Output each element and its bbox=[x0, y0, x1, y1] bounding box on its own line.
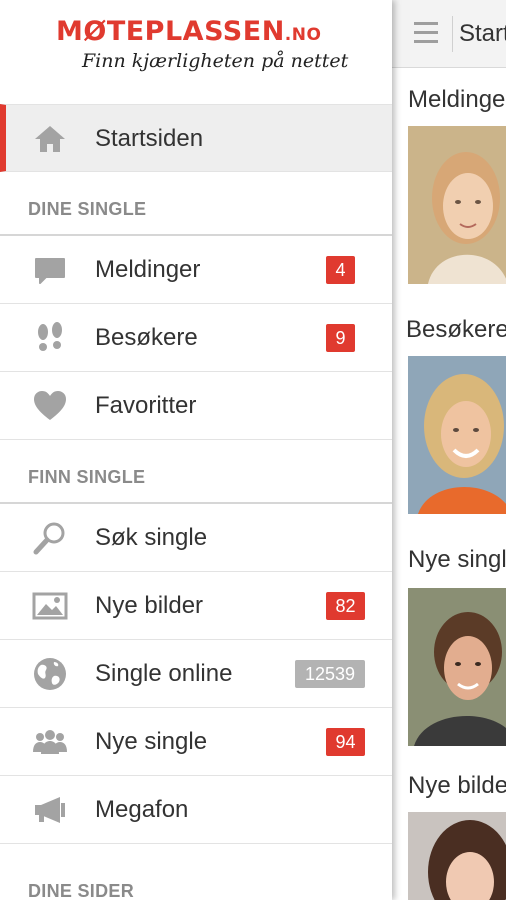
navigation-drawer: MØTEPLASSEN.NO Finn kjærligheten på nett… bbox=[0, 0, 392, 900]
search-icon bbox=[33, 522, 65, 555]
profile-photo[interactable] bbox=[408, 356, 506, 514]
section-title-new-singles[interactable]: Nye single bbox=[408, 546, 506, 574]
menu-item-home[interactable]: Startsiden bbox=[0, 104, 392, 172]
count-badge: 82 bbox=[326, 592, 365, 620]
menu-item-label: Besøkere bbox=[95, 324, 198, 351]
menu-item-nye-single[interactable]: Nye single 94 bbox=[0, 708, 392, 776]
globe-icon bbox=[34, 658, 66, 690]
profile-photo[interactable] bbox=[408, 126, 506, 284]
menu-item-label: Meldinger bbox=[95, 256, 201, 283]
footprints-icon bbox=[38, 322, 62, 351]
menu-icon[interactable] bbox=[414, 22, 438, 44]
menu-item-label: Favoritter bbox=[95, 392, 197, 419]
count-badge: 9 bbox=[326, 324, 355, 352]
logo: MØTEPLASSEN.NO Finn kjærligheten på nett… bbox=[0, 0, 392, 104]
count-badge: 12539 bbox=[295, 660, 365, 688]
section-title-visitors[interactable]: Besøkere bbox=[406, 316, 506, 344]
main-content: Startsiden Meldinger Besøkere Nye single bbox=[392, 0, 506, 900]
profile-photo[interactable] bbox=[408, 588, 506, 746]
menu-item-sok-single[interactable]: Søk single bbox=[0, 504, 392, 572]
page-title: Startsiden bbox=[459, 20, 506, 47]
profile-photo[interactable] bbox=[408, 812, 506, 900]
menu-item-megafon[interactable]: Megafon bbox=[0, 776, 392, 844]
menu-item-label: Single online bbox=[95, 660, 233, 687]
section-title-new-photos[interactable]: Nye bilder bbox=[408, 772, 506, 800]
menu-item-label: Nye bilder bbox=[95, 592, 204, 619]
menu-item-label: Megafon bbox=[95, 796, 189, 823]
menu-item-nye-bilder[interactable]: Nye bilder 82 bbox=[0, 572, 392, 640]
count-badge: 4 bbox=[326, 256, 355, 284]
image-icon bbox=[32, 592, 68, 620]
message-icon bbox=[35, 258, 65, 284]
menu-item-label: Nye single bbox=[95, 728, 208, 755]
count-badge: 94 bbox=[326, 728, 365, 756]
home-icon bbox=[35, 126, 65, 152]
megaphone-icon bbox=[35, 797, 65, 823]
app-bar-separator bbox=[452, 16, 453, 52]
heart-icon bbox=[34, 391, 66, 420]
logo-tagline: Finn kjærligheten på nettet bbox=[82, 50, 349, 72]
logo-wordmark: MØTEPLASSEN.NO bbox=[56, 16, 322, 47]
menu-item-label: Startsiden bbox=[95, 125, 204, 152]
app-bar: Startsiden bbox=[392, 0, 506, 68]
menu-item-besokere[interactable]: Besøkere 9 bbox=[0, 304, 392, 372]
menu-item-meldinger[interactable]: Meldinger 4 bbox=[0, 236, 392, 304]
section-header-dine-single: DINE SINGLE bbox=[0, 172, 392, 236]
menu-item-single-online[interactable]: Single online 12539 bbox=[0, 640, 392, 708]
people-icon bbox=[33, 730, 67, 754]
section-header-dine-sider: DINE SIDER bbox=[28, 881, 135, 900]
section-header-finn-single: FINN SINGLE bbox=[0, 440, 392, 504]
section-title-messages[interactable]: Meldinger bbox=[408, 86, 506, 114]
menu-item-favoritter[interactable]: Favoritter bbox=[0, 372, 392, 440]
menu-item-label: Søk single bbox=[95, 524, 208, 551]
